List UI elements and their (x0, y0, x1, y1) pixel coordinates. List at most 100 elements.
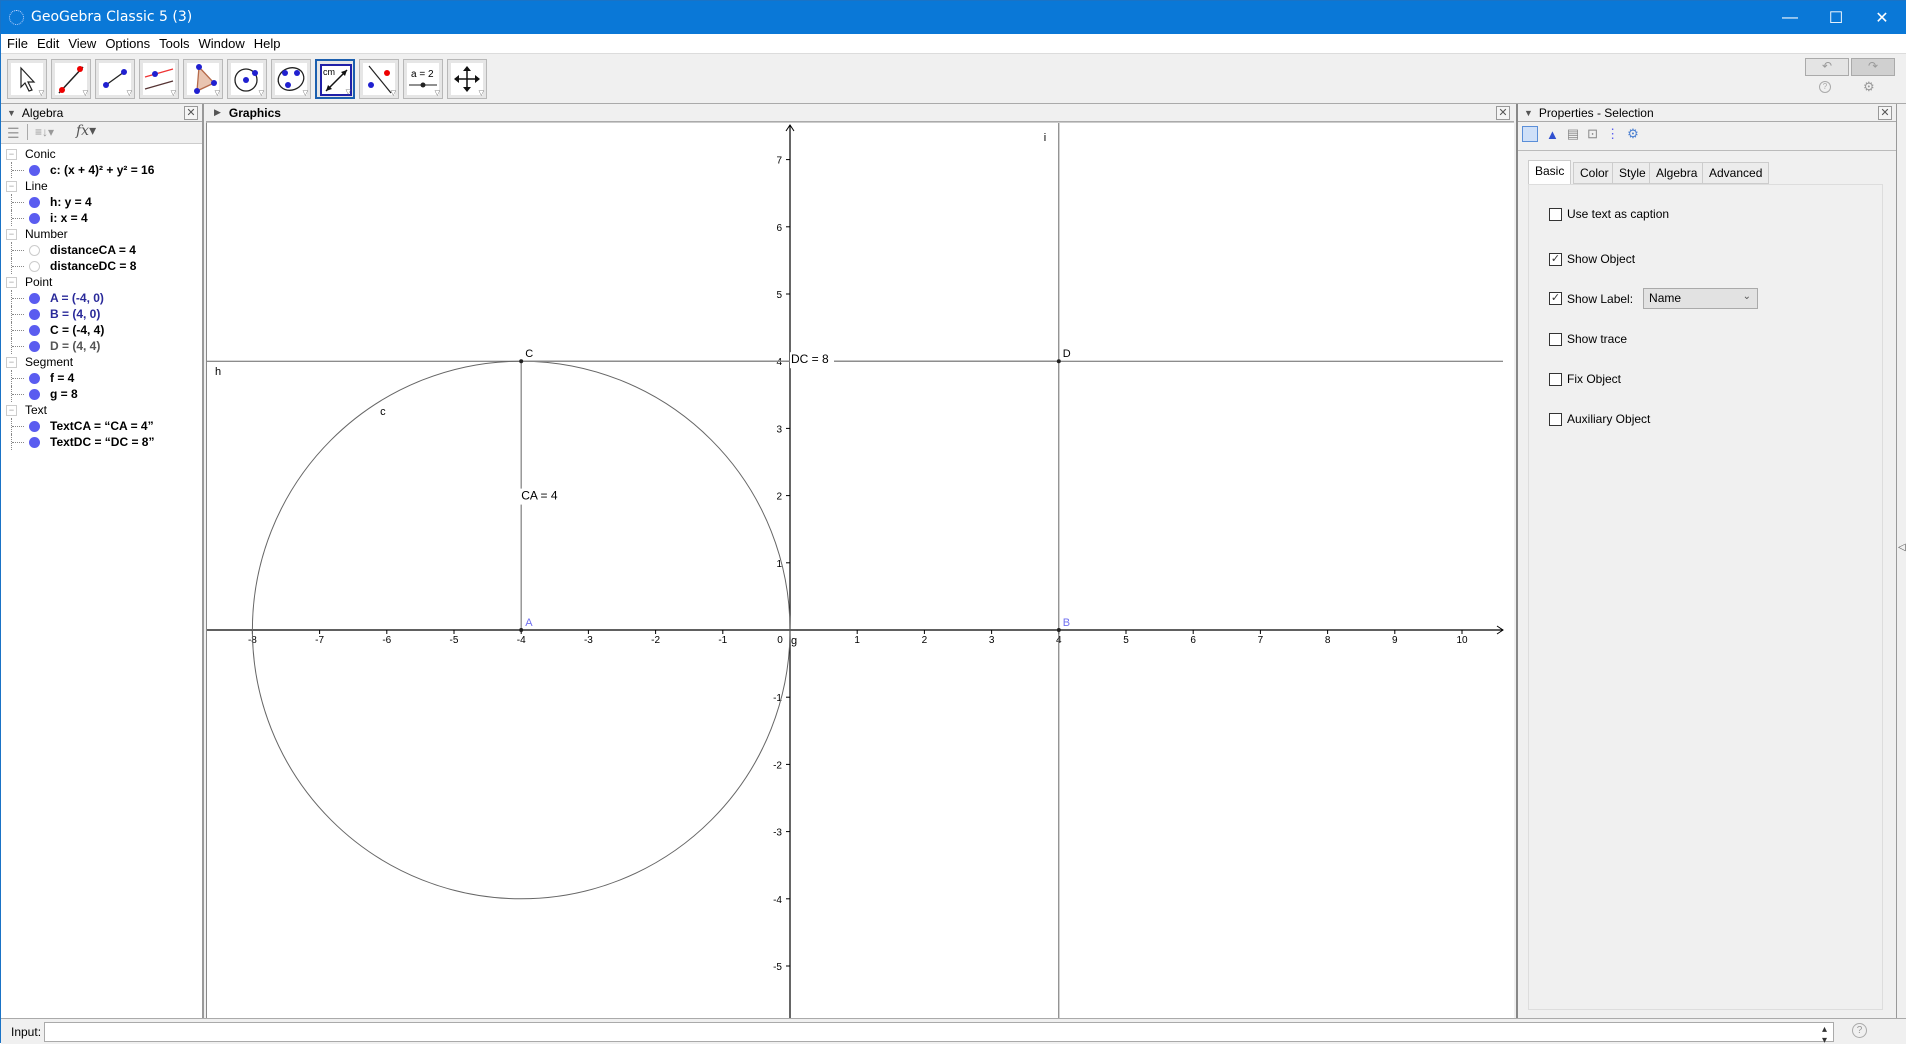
use-text-as-caption-checkbox[interactable] (1549, 207, 1562, 221)
visibility-toggle-icon[interactable] (29, 308, 40, 320)
side-collapse-strip[interactable]: ◁ (1896, 104, 1906, 1018)
algebra-item[interactable]: D = (4, 4) (1, 338, 202, 354)
menu-file[interactable]: File (7, 36, 28, 51)
close-properties-icon[interactable]: ✕ (1878, 106, 1892, 120)
visibility-toggle-icon[interactable] (29, 196, 40, 208)
collapse-minus-icon[interactable]: − (6, 356, 17, 368)
visibility-toggle-icon[interactable] (29, 436, 40, 448)
collapse-left-arrow-icon[interactable]: ◁ (1898, 542, 1906, 553)
show-object-option[interactable]: ✓ Show Object (1549, 252, 1635, 266)
fx-icon[interactable]: fx▾ (76, 123, 96, 139)
minimize-button[interactable]: — (1767, 1, 1813, 34)
graphics-svg[interactable]: -8-7-6-5-4-3-2-10123456789107654321-1-2-… (207, 123, 1515, 1019)
collapse-minus-icon[interactable]: − (6, 404, 17, 416)
tab-advanced[interactable]: Advanced (1702, 162, 1770, 184)
input-field[interactable]: ▴ ▾ (44, 1022, 1834, 1046)
close-button[interactable]: ✕ (1859, 1, 1905, 34)
settings-gear-icon[interactable]: ⚙ (1863, 79, 1875, 95)
show-label-checkbox[interactable]: ✓ (1549, 292, 1562, 305)
point-b[interactable] (1056, 628, 1061, 632)
use-text-as-caption-option[interactable]: Use text as caption (1549, 207, 1669, 221)
tab-algebra[interactable]: Algebra (1649, 162, 1705, 184)
algebra-item[interactable]: h: y = 4 (1, 194, 202, 210)
algebra-item[interactable]: f = 4 (1, 370, 202, 386)
menu-view[interactable]: View (68, 36, 96, 51)
perpendicular-line-tool[interactable]: ▽ (139, 59, 179, 99)
collapse-triangle-icon[interactable]: ▼ (7, 108, 16, 118)
collapse-triangle-icon[interactable]: ▼ (1524, 108, 1533, 118)
fix-object-checkbox[interactable] (1549, 372, 1562, 386)
algebra-item[interactable]: A = (-4, 0) (1, 290, 202, 306)
show-label-option[interactable]: ✓ Show Label: Name ⌄ (1549, 288, 1759, 309)
graphics-canvas[interactable]: -8-7-6-5-4-3-2-10123456789107654321-1-2-… (206, 122, 1515, 1019)
show-trace-option[interactable]: Show trace (1549, 332, 1627, 346)
graphics-settings-icon[interactable] (1522, 126, 1538, 142)
point-a[interactable] (519, 628, 524, 632)
show-object-checkbox[interactable]: ✓ (1549, 252, 1562, 266)
algebra-item[interactable]: distanceDC = 8 (1, 258, 202, 274)
algebra-group-text[interactable]: − Text (1, 402, 202, 418)
auxiliary-object-checkbox[interactable] (1549, 412, 1562, 426)
point-tool[interactable]: ▽ (51, 59, 91, 99)
algebra-item[interactable]: TextDC = “DC = 8” (1, 434, 202, 450)
object-properties-icon[interactable]: ▲ (1546, 127, 1559, 142)
tab-style[interactable]: Style (1612, 162, 1653, 184)
visibility-toggle-icon[interactable] (29, 420, 40, 432)
collapse-minus-icon[interactable]: − (6, 180, 17, 192)
algebra-item[interactable]: c: (x + 4)² + y² = 16 (1, 162, 202, 178)
redo-button[interactable]: ↷ (1851, 58, 1895, 76)
visibility-toggle-icon[interactable] (29, 212, 40, 224)
collapse-minus-icon[interactable]: − (6, 276, 17, 288)
fix-object-option[interactable]: Fix Object (1549, 372, 1621, 386)
maximize-button[interactable]: ☐ (1813, 1, 1859, 34)
algebra-item[interactable]: distanceCA = 4 (1, 242, 202, 258)
help-icon[interactable]: ? (1819, 81, 1831, 93)
visibility-toggle-icon[interactable] (29, 164, 40, 176)
move-tool[interactable]: ▽ (7, 59, 47, 99)
menu-help[interactable]: Help (254, 36, 281, 51)
visibility-toggle-icon[interactable] (29, 324, 40, 336)
show-trace-checkbox[interactable] (1549, 332, 1562, 346)
visibility-toggle-icon[interactable] (29, 260, 40, 272)
undo-button[interactable]: ↶ (1805, 58, 1849, 76)
menu-options[interactable]: Options (105, 36, 150, 51)
collapse-minus-icon[interactable]: − (6, 228, 17, 240)
label-mode-select[interactable]: Name ⌄ (1643, 288, 1759, 309)
tab-color[interactable]: Color (1573, 162, 1616, 184)
menu-tools[interactable]: Tools (159, 36, 189, 51)
polygon-tool[interactable]: ▽ (183, 59, 223, 99)
reflect-tool[interactable]: ▽ (359, 59, 399, 99)
point-c[interactable] (519, 359, 524, 364)
move-graphics-tool[interactable]: ▽ (447, 59, 487, 99)
algebra-group-number[interactable]: − Number (1, 226, 202, 242)
algebra-group-line[interactable]: − Line (1, 178, 202, 194)
auxiliary-object-option[interactable]: Auxiliary Object (1549, 412, 1650, 426)
slider-tool[interactable]: a = 2 ▽ (403, 59, 443, 99)
menu-edit[interactable]: Edit (37, 36, 59, 51)
algebra-settings-icon[interactable]: ⋮ (1606, 126, 1619, 142)
visibility-toggle-icon[interactable] (29, 340, 40, 352)
collapse-minus-icon[interactable]: − (6, 148, 17, 160)
point-d[interactable] (1056, 359, 1061, 364)
visibility-toggle-icon[interactable] (29, 244, 40, 256)
sort-icon[interactable]: ≡↓▾ (35, 125, 54, 139)
algebra-item[interactable]: TextCA = “CA = 4” (1, 418, 202, 434)
line-tool[interactable]: ▽ (95, 59, 135, 99)
tab-basic[interactable]: Basic (1528, 160, 1572, 184)
visibility-toggle-icon[interactable] (29, 372, 40, 384)
distance-tool[interactable]: cm ▽ (315, 59, 355, 99)
close-algebra-icon[interactable]: ✕ (184, 106, 198, 120)
visibility-toggle-icon[interactable] (29, 292, 40, 304)
algebra-item[interactable]: B = (4, 0) (1, 306, 202, 322)
layout-icon[interactable]: ▤ (1567, 126, 1579, 142)
algebra-group-conic[interactable]: − Conic (1, 146, 202, 162)
close-graphics-icon[interactable]: ✕ (1496, 106, 1510, 120)
expand-triangle-icon[interactable]: ▶ (214, 107, 221, 118)
ellipse-tool[interactable]: ▽ (271, 59, 311, 99)
input-help-icon[interactable]: ? (1852, 1023, 1867, 1038)
advanced-settings-icon[interactable]: ⚙ (1627, 126, 1639, 142)
algebra-group-segment[interactable]: − Segment (1, 354, 202, 370)
algebra-item[interactable]: i: x = 4 (1, 210, 202, 226)
menu-lines-icon[interactable]: ☰ (7, 125, 20, 142)
algebra-item[interactable]: g = 8 (1, 386, 202, 402)
